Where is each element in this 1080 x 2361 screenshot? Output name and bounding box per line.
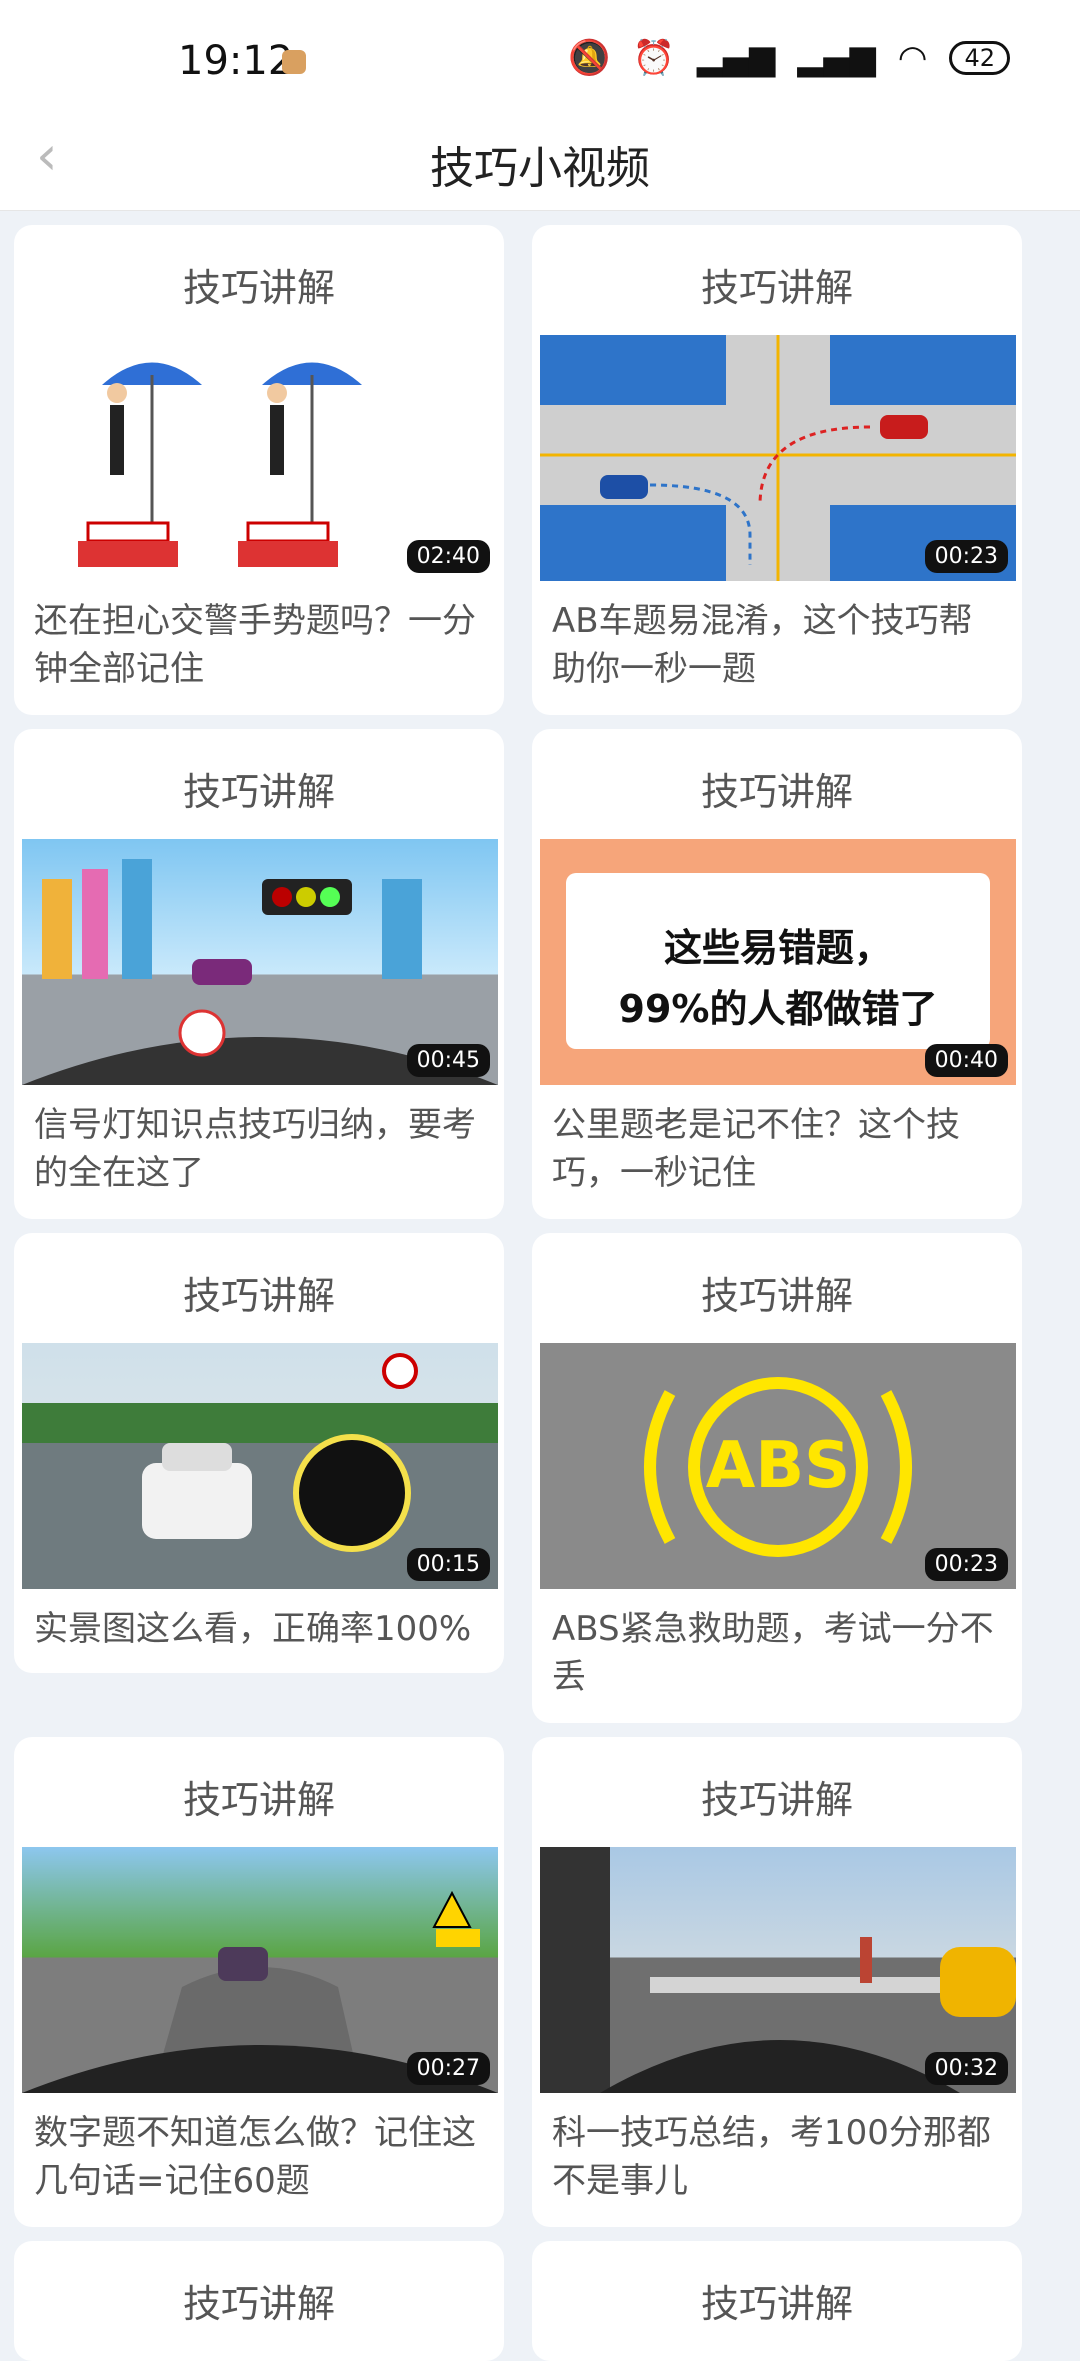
card-tag: 技巧讲解 <box>182 2282 335 2326</box>
mute-icon: 🔕 <box>568 38 611 78</box>
duration-badge: 00:40 <box>924 1044 1008 1077</box>
card-tag: 技巧讲解 <box>700 1274 853 1318</box>
video-grid: 技巧讲解 02:40 还在担心交警手势题吗？一分钟全部记住 技巧讲解 00:23… <box>14 225 1066 2361</box>
wifi-icon: ◠ <box>897 38 928 78</box>
battery-indicator: 42 <box>949 41 1010 75</box>
thumbnail-panel: 这些易错题， 99%的人都做错了 <box>566 873 990 1049</box>
duration-badge: 00:32 <box>924 2052 1008 2085</box>
video-description: ABS紧急救助题，考试一分不丢 <box>552 1609 994 1697</box>
card-tag: 技巧讲解 <box>182 1274 335 1318</box>
video-thumbnail: 00:45 <box>22 839 498 1085</box>
video-description: 还在担心交警手势题吗？一分钟全部记住 <box>34 601 476 689</box>
alarm-icon: ⏰ <box>632 38 675 78</box>
video-thumbnail: 00:23 <box>540 335 1016 581</box>
video-thumbnail: 00:15 <box>22 1343 498 1589</box>
video-card[interactable]: 技巧讲解 ABS 00:23 ABS紧急救助题，考试一分不丢 <box>532 1233 1022 1723</box>
card-tag: 技巧讲解 <box>182 1778 335 1822</box>
abs-label: ABS <box>706 1429 850 1503</box>
nav-bar: ‹ 技巧小视频 <box>0 110 1080 211</box>
video-description: 公里题老是记不住？这个技巧，一秒记住 <box>552 1105 960 1193</box>
status-bar: 19:12 🔕 ⏰ ▂▄▆ ▂▄▆ ◠ 42 <box>0 0 1080 120</box>
video-card[interactable]: 技巧讲解 这些易错题， 99%的人都做错了 00:40 公里题老是记不住？这个技… <box>532 729 1022 1219</box>
card-tag: 技巧讲解 <box>700 1778 853 1822</box>
video-card[interactable]: 技巧讲解 00:15 实景图这么看，正确率100% <box>14 1233 504 1673</box>
duration-badge: 02:40 <box>406 540 490 573</box>
video-thumbnail: 02:40 <box>22 335 498 581</box>
video-card[interactable]: 技巧讲解 00:32 科一技巧总结，考100分那都不是事儿 <box>532 1737 1022 2227</box>
card-tag: 技巧讲解 <box>182 266 335 310</box>
video-thumbnail: 这些易错题， 99%的人都做错了 00:40 <box>540 839 1016 1085</box>
duration-badge: 00:23 <box>924 540 1008 573</box>
video-description: AB车题易混淆，这个技巧帮助你一秒一题 <box>552 601 973 689</box>
app-notification-icon <box>282 50 306 74</box>
video-card[interactable]: 技巧讲解 00:27 数字题不知道怎么做？记住这几句话=记住60题 <box>14 1737 504 2227</box>
thumbnail-text-line2: 99%的人都做错了 <box>618 987 938 1031</box>
card-tag: 技巧讲解 <box>700 2282 853 2326</box>
video-thumbnail: 00:27 <box>22 1847 498 2093</box>
video-card[interactable]: 技巧讲解 02:40 还在担心交警手势题吗？一分钟全部记住 <box>14 225 504 715</box>
video-description: 实景图这么看，正确率100% <box>34 1609 472 1649</box>
hd-signal-icon: ▂▄▆ <box>797 38 876 78</box>
duration-badge: 00:45 <box>406 1044 490 1077</box>
signal-icon: ▂▄▆ <box>696 38 776 78</box>
video-description: 数字题不知道怎么做？记住这几句话=记住60题 <box>34 2113 476 2201</box>
video-card[interactable]: 技巧讲解 00:45 信号灯知识点技巧归纳，要考的全在这了 <box>14 729 504 1219</box>
video-thumbnail: ABS 00:23 <box>540 1343 1016 1589</box>
video-thumbnail: 00:32 <box>540 1847 1016 2093</box>
thumbnail-text-line1: 这些易错题， <box>663 926 892 970</box>
page-title: 技巧小视频 <box>430 143 650 194</box>
duration-badge: 00:15 <box>406 1548 490 1581</box>
card-tag: 技巧讲解 <box>700 770 853 814</box>
card-tag: 技巧讲解 <box>182 770 335 814</box>
duration-badge: 00:23 <box>924 1548 1008 1581</box>
video-description: 信号灯知识点技巧归纳，要考的全在这了 <box>34 1105 476 1193</box>
video-card[interactable]: 技巧讲解 <box>532 2241 1022 2361</box>
status-icons: 🔕 ⏰ ▂▄▆ ▂▄▆ ◠ 42 <box>568 38 1010 78</box>
clock: 19:12 <box>178 38 294 84</box>
duration-badge: 00:27 <box>406 2052 490 2085</box>
card-tag: 技巧讲解 <box>700 266 853 310</box>
video-description: 科一技巧总结，考100分那都不是事儿 <box>552 2113 991 2201</box>
video-card[interactable]: 技巧讲解 00:23 AB车题易混淆，这个技巧帮助你一秒一题 <box>532 225 1022 715</box>
video-card[interactable]: 技巧讲解 <box>14 2241 504 2361</box>
